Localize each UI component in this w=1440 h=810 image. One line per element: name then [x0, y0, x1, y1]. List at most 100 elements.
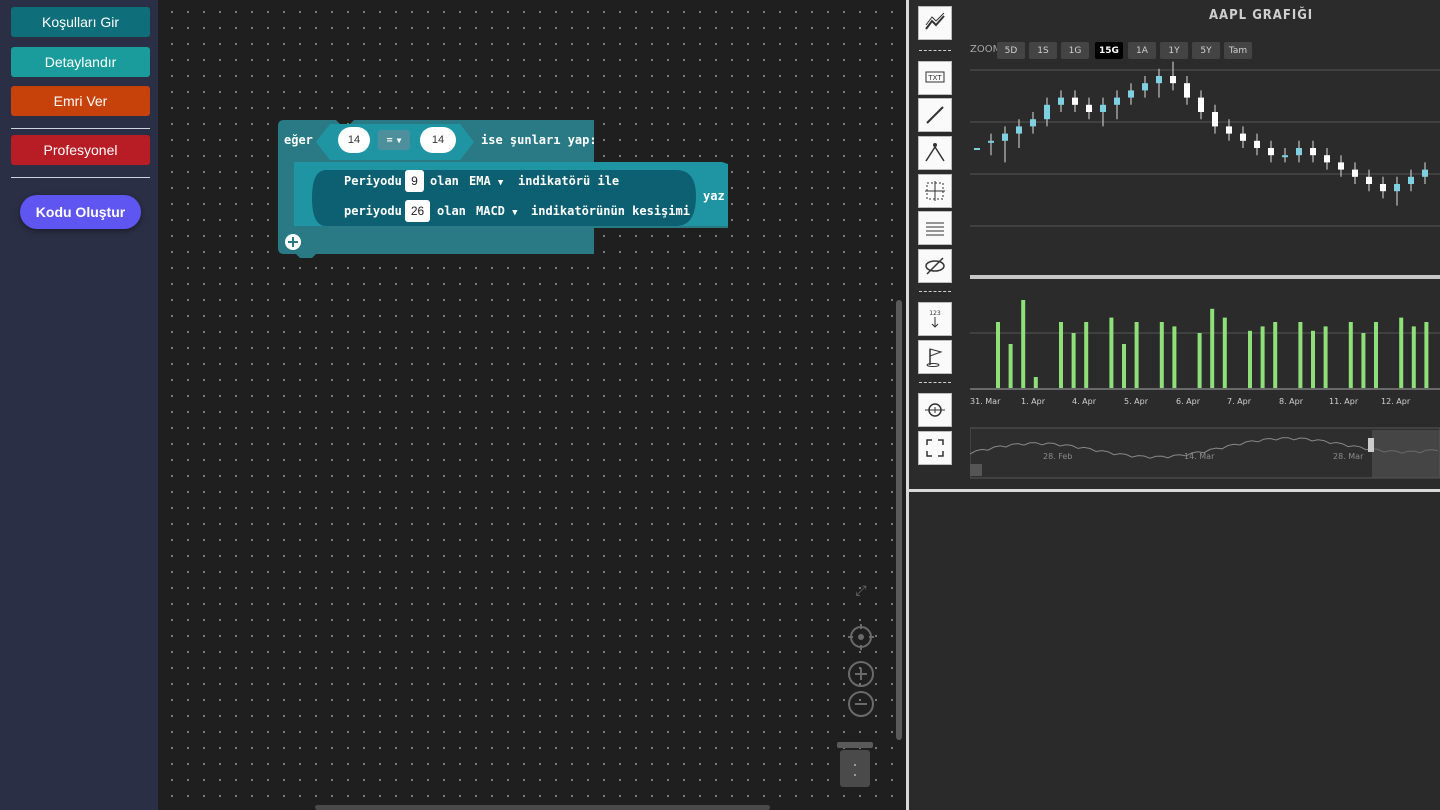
add-plus-icon[interactable]: [284, 233, 302, 251]
grid-lines-icon[interactable]: [918, 211, 952, 245]
panel-separator[interactable]: [909, 489, 1440, 492]
fullscreen-icon[interactable]: ⤢: [848, 578, 874, 604]
volume-bar: [1411, 326, 1416, 388]
candle: [1240, 133, 1246, 141]
volume-bar: [1197, 333, 1202, 388]
zoom-out-icon[interactable]: [848, 691, 874, 717]
candle: [1226, 126, 1232, 134]
zoom-1a-button[interactable]: 1A: [1128, 42, 1156, 59]
flag-icon[interactable]: [918, 340, 952, 374]
candle: [1310, 148, 1316, 156]
volume-bar: [1159, 322, 1164, 388]
chart-panel: TXT 123 AAPL GRAFIĞI ZOOM 5D 1S 1G 15G 1A 1Y 5…: [909, 0, 1440, 810]
print-label: yaz: [703, 189, 725, 203]
x-tick-label: 6. Apr: [1176, 397, 1201, 406]
left-value-field[interactable]: 14: [338, 127, 370, 153]
candle: [1324, 155, 1330, 163]
kosullari-gir-button[interactable]: Koşulları Gir: [11, 7, 150, 37]
toolbar-separator: [919, 50, 951, 51]
candle: [1212, 112, 1218, 127]
pane-separator: [970, 275, 1440, 279]
volume-bar: [1323, 326, 1328, 388]
volume-bar: [1424, 322, 1429, 388]
zoom-1y-button[interactable]: 1Y: [1160, 42, 1188, 59]
volume-bar: [1298, 322, 1303, 388]
indicator-2-value: MACD: [476, 204, 505, 218]
fib-icon[interactable]: [918, 136, 952, 170]
generate-code-button[interactable]: Kodu Oluştur: [20, 195, 141, 229]
label-123-icon[interactable]: 123: [918, 302, 952, 336]
zoom-15g-button[interactable]: 15G: [1095, 42, 1123, 59]
volume-bar: [1260, 326, 1265, 388]
volume-group: [996, 300, 1429, 388]
zoom-1s-button[interactable]: 1S: [1029, 42, 1057, 59]
volume-bar: [1021, 300, 1026, 388]
navigator-left-arrow: [970, 464, 982, 476]
trash-icon[interactable]: [836, 740, 874, 788]
navigator-tick-label: 28. Mar: [1333, 452, 1364, 461]
indicator-2-dropdown[interactable]: MACD ▼: [476, 204, 518, 218]
text-icon[interactable]: TXT: [918, 61, 952, 95]
candle: [1394, 184, 1400, 192]
operator-dropdown[interactable]: = ▼: [378, 130, 410, 150]
candle: [1170, 76, 1176, 84]
candle: [1282, 155, 1288, 158]
x-tick-label: 1. Apr: [1021, 397, 1046, 406]
indicator-1-value: EMA: [469, 174, 491, 188]
x-tick-label: 7. Apr: [1227, 397, 1252, 406]
period-1-field[interactable]: 9: [405, 170, 424, 192]
profesyonel-button[interactable]: Profesyonel: [11, 135, 150, 165]
workspace-vertical-scrollbar[interactable]: [896, 300, 902, 740]
volume-bar: [1399, 317, 1404, 388]
block-workspace[interactable]: eğer 14 = ▼ 14 ise şunları yap: Periyodu…: [158, 0, 906, 810]
x-tick-label: 12. Apr: [1381, 397, 1411, 406]
toolbar-separator: [919, 291, 951, 292]
line-icon[interactable]: [918, 98, 952, 132]
volume-bar: [1059, 322, 1063, 388]
workspace-horizontal-scrollbar[interactable]: [315, 805, 770, 810]
toolbar-separator: [919, 382, 951, 383]
candle: [1156, 76, 1162, 84]
then-label: ise şunları yap:: [481, 133, 597, 147]
volume-bar: [996, 322, 1000, 388]
indicator-1-dropdown[interactable]: EMA ▼: [469, 174, 503, 188]
zoom-5y-button[interactable]: 5Y: [1192, 42, 1220, 59]
candle: [1100, 104, 1106, 112]
candle: [1366, 176, 1372, 184]
candle: [1338, 162, 1344, 170]
trend-icon[interactable]: [918, 6, 952, 40]
hide-icon[interactable]: [918, 249, 952, 283]
recenter-icon[interactable]: [848, 624, 874, 650]
right-value-field[interactable]: 14: [420, 127, 456, 153]
candle: [1254, 140, 1260, 148]
candlestick-chart[interactable]: [970, 60, 1440, 480]
detaylandir-button[interactable]: Detaylandır: [11, 47, 150, 77]
candle: [1086, 104, 1092, 112]
zoom-tam-button[interactable]: Tam: [1224, 42, 1252, 59]
fullscreen-icon[interactable]: [918, 431, 952, 465]
period-2-field[interactable]: 26: [405, 200, 430, 222]
x-tick-label: 31. Mar: [970, 397, 1001, 406]
candle: [1058, 97, 1064, 105]
volume-bar: [1008, 344, 1013, 388]
volume-bar: [1348, 322, 1353, 388]
svg-text:123: 123: [929, 310, 941, 317]
zoom-icon[interactable]: [918, 393, 952, 427]
zoom-5d-button[interactable]: 5D: [997, 42, 1025, 59]
indicator-1-suffix: indikatörü ile: [518, 174, 620, 188]
olan-label-2: olan: [437, 204, 466, 218]
candle: [1296, 148, 1302, 156]
indicator-2-suffix: indikatörünün kesişimi: [531, 204, 690, 218]
x-tick-label: 8. Apr: [1279, 397, 1304, 406]
candle: [1408, 176, 1414, 184]
crosshair-icon[interactable]: [918, 174, 952, 208]
volume-bar: [1210, 308, 1215, 388]
zoom-1g-button[interactable]: 1G: [1061, 42, 1089, 59]
x-tick-label: 4. Apr: [1072, 397, 1097, 406]
chevron-down-icon: ▼: [512, 208, 518, 218]
operator-value: =: [386, 134, 393, 146]
x-tick-label: 5. Apr: [1124, 397, 1149, 406]
emri-ver-button[interactable]: Emri Ver: [11, 86, 150, 116]
navigator-tick-label: 28. Feb: [1043, 452, 1073, 461]
zoom-in-icon[interactable]: [848, 661, 874, 687]
